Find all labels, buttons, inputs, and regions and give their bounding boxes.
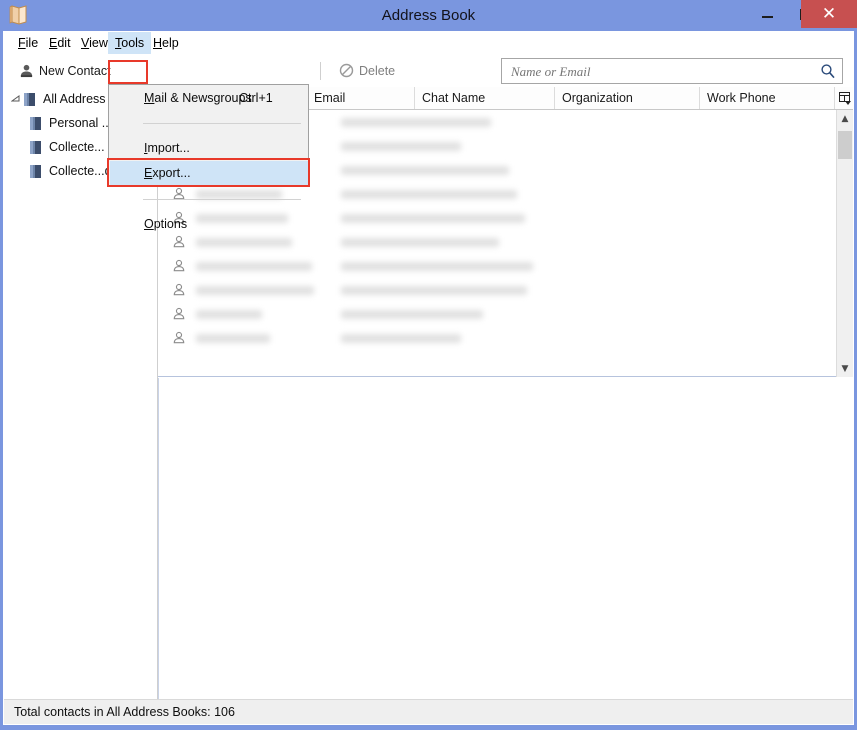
new-contact-button[interactable]: New Contact	[12, 57, 118, 84]
column-chooser-icon	[838, 91, 851, 105]
cell-email	[341, 237, 551, 247]
table-row[interactable]	[158, 302, 853, 326]
column-header-work-phone[interactable]: Work Phone	[699, 87, 834, 109]
tree-item-label: Collecte...	[49, 140, 105, 154]
expand-triangle-icon[interactable]	[10, 94, 21, 105]
address-book-folder-icon	[30, 116, 41, 130]
cell-email	[341, 165, 551, 175]
cell-display-name	[196, 189, 328, 199]
address-book-folder-icon	[30, 164, 41, 178]
column-header-organization[interactable]: Organization	[554, 87, 699, 109]
address-book-window: Address Book ✕ File Edit View Tools Help	[0, 0, 857, 730]
new-contact-icon	[20, 64, 33, 78]
close-button[interactable]: ✕	[801, 0, 857, 28]
toolbar: New Contact Delete	[4, 54, 853, 88]
client-area: File Edit View Tools Help New Contact De…	[3, 31, 854, 725]
menu-help[interactable]: Help	[146, 32, 186, 54]
tree-item-label: Personal ..	[49, 116, 109, 130]
cell-display-name	[196, 309, 328, 319]
menu-bar: File Edit View Tools Help	[4, 32, 853, 54]
close-icon: ✕	[821, 3, 837, 24]
menu-item-export[interactable]: Export...	[110, 161, 309, 186]
cell-email	[341, 189, 551, 199]
menu-item-shortcut: Ctrl+1	[239, 91, 273, 105]
search-icon[interactable]	[820, 63, 836, 79]
cell-email	[341, 117, 551, 127]
status-bar: Total contacts in All Address Books: 106	[4, 699, 853, 724]
search-box[interactable]	[501, 58, 843, 85]
table-row[interactable]	[158, 254, 853, 278]
contact-person-icon	[173, 283, 185, 296]
scroll-up-icon[interactable]: ▲	[837, 110, 853, 127]
new-contact-label: New Contact	[39, 63, 111, 78]
menu-file[interactable]: File	[11, 32, 45, 54]
window-title: Address Book	[381, 7, 476, 24]
cell-display-name	[196, 285, 328, 295]
tree-item-label: All Address B	[43, 92, 118, 106]
cell-email	[341, 213, 551, 223]
cell-display-name	[196, 333, 328, 343]
contact-person-icon	[173, 235, 185, 248]
column-header-chat-name[interactable]: Chat Name	[414, 87, 554, 109]
menu-separator	[143, 199, 301, 200]
contact-detail-pane	[158, 378, 853, 701]
scroll-down-icon[interactable]: ▼	[837, 360, 853, 377]
address-book-folder-icon	[24, 92, 35, 106]
delete-label: Delete	[359, 63, 396, 78]
contact-person-icon	[173, 307, 185, 320]
search-input[interactable]	[509, 59, 813, 85]
column-header-email[interactable]: Email	[306, 87, 414, 109]
toolbar-separator	[320, 62, 321, 80]
menu-item-mail-newsgroups[interactable]: Mail & Newsgroups Ctrl+1	[110, 86, 309, 111]
menu-separator	[143, 123, 301, 124]
menu-item-options[interactable]: Options	[110, 212, 309, 237]
contact-person-icon	[173, 331, 185, 344]
cell-display-name	[196, 261, 328, 271]
address-book-folder-icon	[30, 140, 41, 154]
tools-dropdown-menu: Mail & Newsgroups Ctrl+1 Import... Expor…	[108, 84, 309, 231]
column-chooser-button[interactable]	[834, 87, 853, 109]
delete-button[interactable]: Delete	[332, 57, 402, 84]
cell-email	[341, 285, 551, 295]
cell-display-name	[196, 237, 328, 247]
table-row[interactable]	[158, 326, 853, 350]
contact-person-icon	[173, 259, 185, 272]
menu-item-import[interactable]: Import...	[110, 136, 309, 161]
title-bar: Address Book ✕	[0, 0, 857, 31]
cell-email	[341, 261, 551, 271]
menu-edit[interactable]: Edit	[42, 32, 78, 54]
table-row[interactable]	[158, 278, 853, 302]
minimize-button[interactable]	[748, 0, 786, 28]
minimize-icon	[761, 16, 773, 18]
delete-icon	[339, 63, 354, 78]
scrollbar-thumb[interactable]	[838, 131, 852, 159]
cell-email	[341, 141, 551, 151]
contact-list-scrollbar[interactable]: ▲ ▼	[836, 110, 853, 377]
cell-email	[341, 333, 551, 343]
cell-email	[341, 309, 551, 319]
menu-tools[interactable]: Tools	[108, 32, 152, 54]
